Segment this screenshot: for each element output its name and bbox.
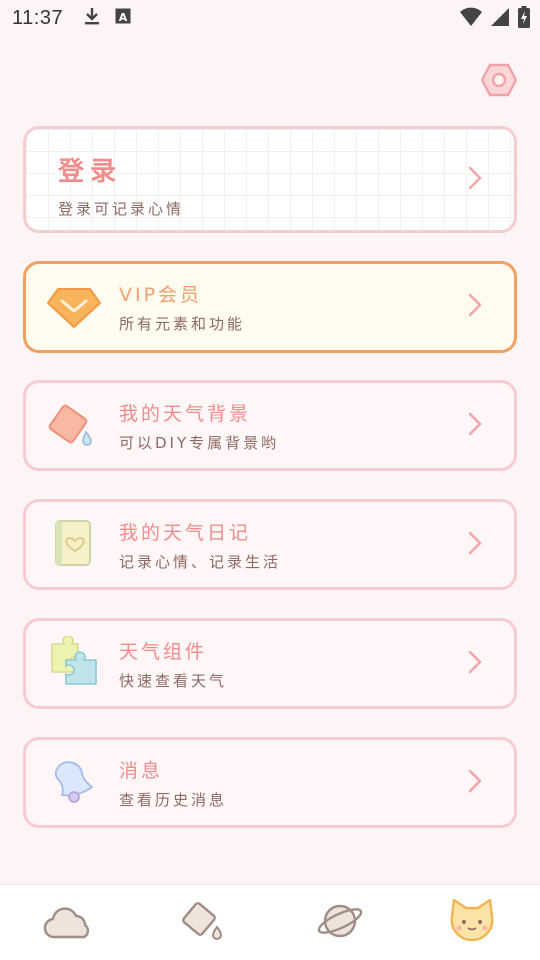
status-time: 11:37 [12,6,64,29]
menu-item-title: 我的天气日记 [119,521,252,544]
signal-icon [490,7,510,31]
menu-item-title: 天气组件 [119,640,208,663]
menu-item-messages[interactable]: 消息 查看历史消息 [23,737,517,828]
menu-item-diary[interactable]: 我的天气日记 记录心情、记录生活 [23,499,517,590]
menu-item-subtitle: 可以DIY专属背景哟 [119,433,280,452]
diamond-icon [46,279,102,335]
wifi-icon [460,7,482,31]
status-bar: 11:37 A [0,0,540,36]
menu-item-vip[interactable]: VIP会员 所有元素和功能 [23,261,517,353]
nav-explore[interactable] [312,897,368,949]
nav-background[interactable] [176,897,232,949]
login-subtitle: 登录可记录心情 [58,200,185,218]
login-title: 登录 [58,157,123,187]
menu-item-subtitle: 查看历史消息 [119,790,228,809]
menu-item-background[interactable]: 我的天气背景 可以DIY专属背景哟 [23,380,517,471]
menu-item-title: 我的天气背景 [119,402,252,425]
a-badge-icon: A [115,8,131,28]
chevron-right-icon [468,769,482,797]
menu-item-title: VIP会员 [119,284,203,306]
menu-item-subtitle: 快速查看天气 [119,671,228,690]
settings-button[interactable] [480,63,518,101]
planet-icon [315,899,365,947]
menu-item-title: 消息 [119,759,164,782]
paint-bucket-icon [46,398,102,454]
paint-bucket-icon [179,899,229,947]
nav-mine[interactable] [444,897,500,949]
diary-book-icon [46,517,102,573]
chevron-right-icon [468,293,482,321]
login-card[interactable]: 登录 登录可记录心情 [23,126,517,233]
cat-face-icon [446,898,498,948]
cloud-icon [43,901,93,945]
menu-item-subtitle: 记录心情、记录生活 [119,552,282,571]
chevron-right-icon [468,650,482,678]
svg-text:A: A [119,11,128,24]
battery-charging-icon [518,6,530,32]
puzzle-icon [46,634,102,692]
hexagon-settings-icon [480,63,518,101]
nav-weather[interactable] [40,897,96,949]
menu-item-subtitle: 所有元素和功能 [119,315,246,333]
download-icon [83,6,101,30]
chevron-right-icon [468,412,482,440]
bottom-nav [0,884,540,960]
chevron-right-icon [468,166,482,194]
menu-item-widget[interactable]: 天气组件 快速查看天气 [23,618,517,709]
bell-icon [46,755,102,811]
chevron-right-icon [468,531,482,559]
